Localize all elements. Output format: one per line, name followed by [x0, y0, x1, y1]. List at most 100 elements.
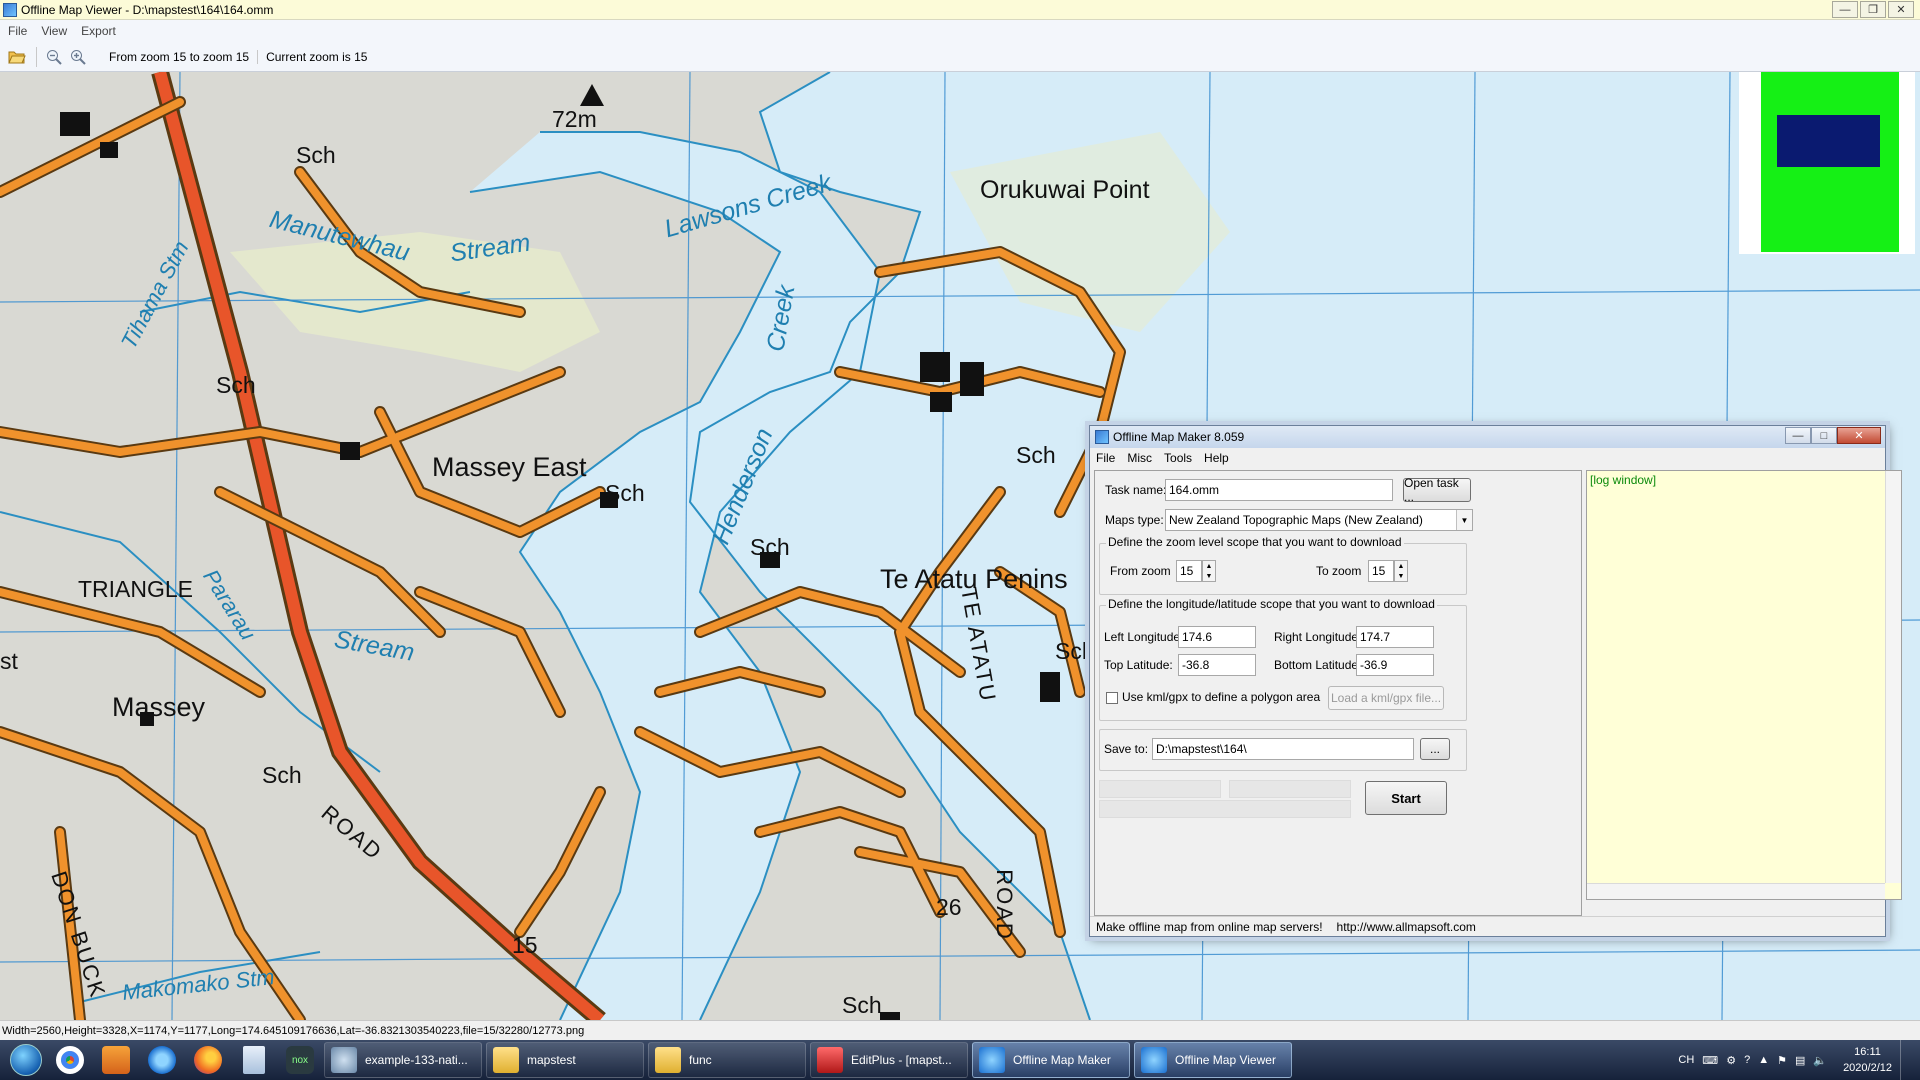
clock[interactable]: 16:11 2020/2/12 — [1843, 1044, 1892, 1076]
load-kml-button[interactable]: Load a kml/gpx file... — [1328, 686, 1444, 710]
bottom-latitude-label: Bottom Latitude: — [1274, 658, 1362, 672]
volume-icon[interactable]: 🔈 — [1813, 1054, 1827, 1067]
map-label-school: Sch — [216, 372, 256, 398]
show-hidden-icons-icon[interactable]: ▲ — [1758, 1054, 1769, 1066]
open-folder-icon[interactable] — [6, 46, 28, 68]
minimize-icon[interactable]: — — [1785, 427, 1811, 444]
to-zoom-input[interactable]: 15 — [1368, 560, 1394, 582]
taskbar-item[interactable]: EditPlus - [mapst... — [810, 1042, 968, 1078]
bottom-latitude-input[interactable]: -36.9 — [1356, 654, 1434, 676]
clock-time: 16:11 — [1854, 1046, 1881, 1058]
chevron-down-icon[interactable]: ▼ — [1456, 510, 1472, 530]
map-label-school: Sch — [1016, 442, 1056, 468]
menu-export[interactable]: Export — [81, 24, 116, 38]
map-label-school: Sch — [750, 534, 790, 560]
help-icon[interactable]: ? — [1744, 1054, 1750, 1066]
log-vertical-scrollbar[interactable] — [1885, 471, 1901, 883]
folder-icon — [493, 1047, 519, 1073]
map-label-school: Sch — [262, 762, 302, 788]
to-zoom-spinner[interactable]: ▲ ▼ — [1394, 560, 1408, 582]
taskbar-item[interactable]: Offline Map Viewer — [1134, 1042, 1292, 1078]
restore-icon[interactable]: ❐ — [1860, 1, 1886, 18]
dialog-menu-tools[interactable]: Tools — [1164, 451, 1192, 465]
current-zoom-text: Current zoom is 15 — [257, 49, 375, 64]
settings-icon[interactable]: ⚙ — [1726, 1054, 1736, 1067]
minimap-viewport[interactable] — [1777, 115, 1880, 167]
spin-up-icon[interactable]: ▲ — [1206, 563, 1213, 570]
program-icon — [331, 1047, 357, 1073]
map-label-massey-east: Massey East — [432, 452, 587, 482]
top-latitude-input[interactable]: -36.8 — [1178, 654, 1256, 676]
log-window[interactable]: [log window] — [1586, 470, 1902, 900]
chrome-icon[interactable] — [48, 1041, 92, 1079]
maps-type-value: New Zealand Topographic Maps (New Zealan… — [1169, 513, 1423, 527]
nox-icon[interactable]: nox — [278, 1041, 322, 1079]
log-horizontal-scrollbar[interactable] — [1587, 883, 1885, 899]
menu-file[interactable]: File — [8, 24, 27, 38]
taskbar-item[interactable]: mapstest — [486, 1042, 644, 1078]
dialog-menu-misc[interactable]: Misc — [1127, 451, 1152, 465]
zoom-scope-group: Define the zoom level scope that you wan… — [1099, 535, 1467, 595]
close-icon[interactable]: ✕ — [1888, 1, 1914, 18]
dialog-menu-help[interactable]: Help — [1204, 451, 1229, 465]
from-zoom-input[interactable]: 15 — [1176, 560, 1202, 582]
menu-view[interactable]: View — [41, 24, 67, 38]
maps-type-select[interactable]: New Zealand Topographic Maps (New Zealan… — [1165, 509, 1473, 531]
internet-explorer-icon[interactable] — [140, 1041, 184, 1079]
start-button[interactable]: Start — [1365, 781, 1447, 815]
maps-type-label: Maps type: — [1105, 513, 1164, 527]
viewer-menu-bar: File View Export — [0, 20, 1920, 42]
from-zoom-spinner[interactable]: ▲ ▼ — [1202, 560, 1216, 582]
zoom-out-icon[interactable] — [43, 46, 65, 68]
maximize-icon[interactable]: □ — [1811, 427, 1837, 444]
map-label-partial: st — [0, 648, 18, 674]
top-latitude-label: Top Latitude: — [1104, 658, 1173, 672]
network-icon[interactable]: ▤ — [1795, 1054, 1805, 1067]
folder-icon — [655, 1047, 681, 1073]
map-label-school: Sch — [296, 142, 336, 168]
keyboard-icon[interactable]: ⌨ — [1702, 1054, 1718, 1067]
coordinate-scope-group: Define the longitude/latitude scope that… — [1099, 597, 1467, 721]
spin-down-icon[interactable]: ▼ — [1398, 573, 1405, 580]
clock-date: 2020/2/12 — [1843, 1062, 1892, 1074]
right-longitude-label: Right Longitude: — [1274, 630, 1362, 644]
progress-bar — [1229, 780, 1351, 798]
task-name-label: Task name: — [1105, 483, 1167, 497]
notepad-icon[interactable] — [232, 1041, 276, 1079]
save-to-input[interactable]: D:\mapstest\164\ — [1152, 738, 1414, 760]
dialog-menu-file[interactable]: File — [1096, 451, 1115, 465]
show-desktop-button[interactable] — [1900, 1040, 1914, 1080]
map-label-orukuwai-point: Orukuwai Point — [980, 176, 1150, 204]
start-button[interactable] — [4, 1041, 48, 1079]
minimize-icon[interactable]: — — [1832, 1, 1858, 18]
save-to-group: Save to: D:\mapstest\164\ ... — [1099, 729, 1467, 771]
from-zoom-label: From zoom — [1110, 564, 1171, 578]
zoom-in-icon[interactable] — [67, 46, 89, 68]
zoom-range-text: From zoom 15 to zoom 15 — [109, 49, 250, 64]
taskbar-item[interactable]: example-133-nati... — [324, 1042, 482, 1078]
firefox-icon[interactable] — [186, 1041, 230, 1079]
media-player-icon[interactable] — [94, 1041, 138, 1079]
flag-icon[interactable]: ⚑ — [1777, 1054, 1787, 1067]
browse-button[interactable]: ... — [1420, 738, 1450, 760]
task-name-input[interactable]: 164.omm — [1165, 479, 1393, 501]
use-kml-checkbox[interactable] — [1106, 692, 1118, 704]
zoom-scope-title: Define the zoom level scope that you wan… — [1106, 535, 1404, 549]
map-label-road: ROAD — [991, 869, 1017, 941]
dialog-status-url[interactable]: http://www.allmapsoft.com — [1337, 920, 1476, 934]
open-task-button[interactable]: Open task ... — [1403, 476, 1471, 504]
map-label-triangle: TRIANGLE — [78, 576, 194, 602]
close-icon[interactable]: ✕ — [1837, 427, 1881, 444]
taskbar-item-label: example-133-nati... — [365, 1053, 468, 1067]
language-indicator[interactable]: CH — [1678, 1054, 1694, 1066]
taskbar-item[interactable]: func — [648, 1042, 806, 1078]
progress-bar — [1099, 800, 1351, 818]
spin-up-icon[interactable]: ▲ — [1398, 563, 1405, 570]
system-tray: CH ⌨ ⚙ ? ▲ ⚑ ▤ 🔈 16:11 2020/2/12 — [1678, 1040, 1920, 1080]
overview-minimap[interactable] — [1739, 72, 1915, 254]
left-longitude-input[interactable]: 174.6 — [1178, 626, 1256, 648]
right-longitude-input[interactable]: 174.7 — [1356, 626, 1434, 648]
taskbar-item[interactable]: Offline Map Maker — [972, 1042, 1130, 1078]
dialog-title-bar: Offline Map Maker 8.059 — □ ✕ — [1090, 426, 1885, 448]
spin-down-icon[interactable]: ▼ — [1206, 573, 1213, 580]
